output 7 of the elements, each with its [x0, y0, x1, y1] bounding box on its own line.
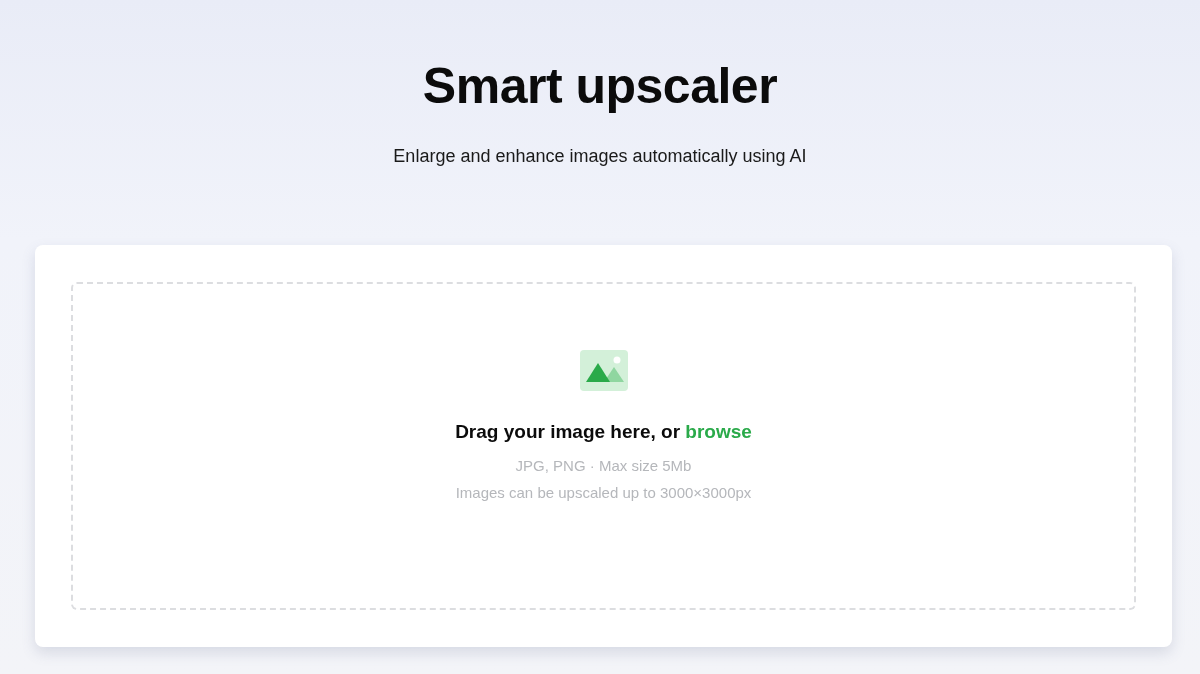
format-hint: JPG, PNG · Max size 5Mb: [515, 457, 692, 474]
size-hint: Images can be upscaled up to 3000×3000px: [455, 484, 752, 501]
page-title: Smart upscaler: [422, 57, 778, 116]
page-subtitle: Enlarge and enhance images automatically using AI: [393, 146, 807, 167]
drop-zone[interactable]: Drag your image here, or browse JPG, PNG · Max size 5Mb Images can be upscaled up to 3000×3000px: [71, 282, 1136, 610]
image-icon: [579, 350, 628, 391]
drop-instruction: Drag your image here, or browse: [455, 421, 752, 443]
